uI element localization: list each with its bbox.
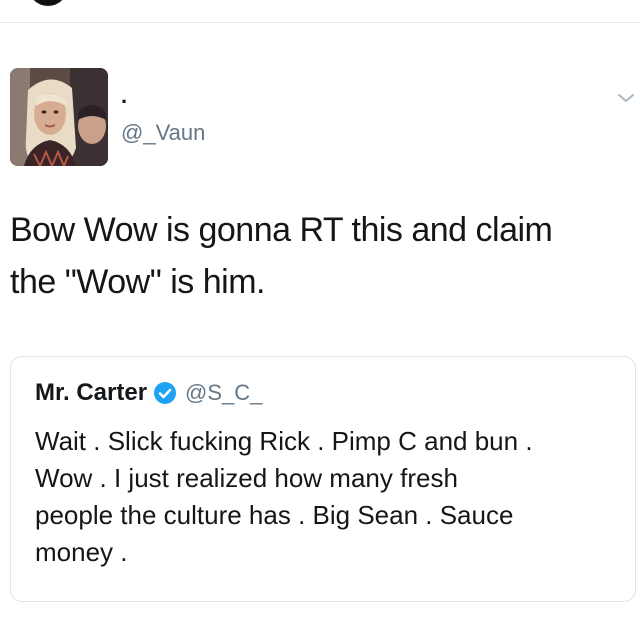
tweet-text: Bow Wow is gonna RT this and claim the "… [10,204,630,308]
quoted-text-line: Wow . I just realized how many fresh [35,463,458,493]
author-avatar[interactable] [10,68,108,166]
avatar-photo-icon [10,68,108,166]
quoted-author-handle: @S_C_ [185,380,263,405]
author-display-name[interactable]: . [121,84,127,108]
quoted-tweet-card[interactable]: Mr. Carter @S_C_ Wait . Slick fucking Ri… [10,356,636,602]
quoted-tweet-text: Wait . Slick fucking Rick . Pimp C and b… [35,423,615,571]
quoted-text-line: money . [35,537,128,567]
top-edge-shape [28,0,68,6]
quoted-text-line: Wait . Slick fucking Rick . Pimp C and b… [35,426,533,456]
quoted-tweet-header: Mr. Carter @S_C_ [35,379,262,407]
tweet-text-line: Bow Wow is gonna RT this and claim [10,211,553,249]
chevron-down-icon[interactable] [616,88,636,108]
author-handle[interactable]: @_Vaun [121,120,205,146]
tweet-text-line: the "Wow" is him. [10,263,265,301]
quoted-author-name: Mr. Carter [35,379,148,406]
quoted-text-line: people the culture has . Big Sean . Sauc… [35,500,514,530]
top-divider [0,22,640,23]
verified-badge-icon [154,382,177,404]
